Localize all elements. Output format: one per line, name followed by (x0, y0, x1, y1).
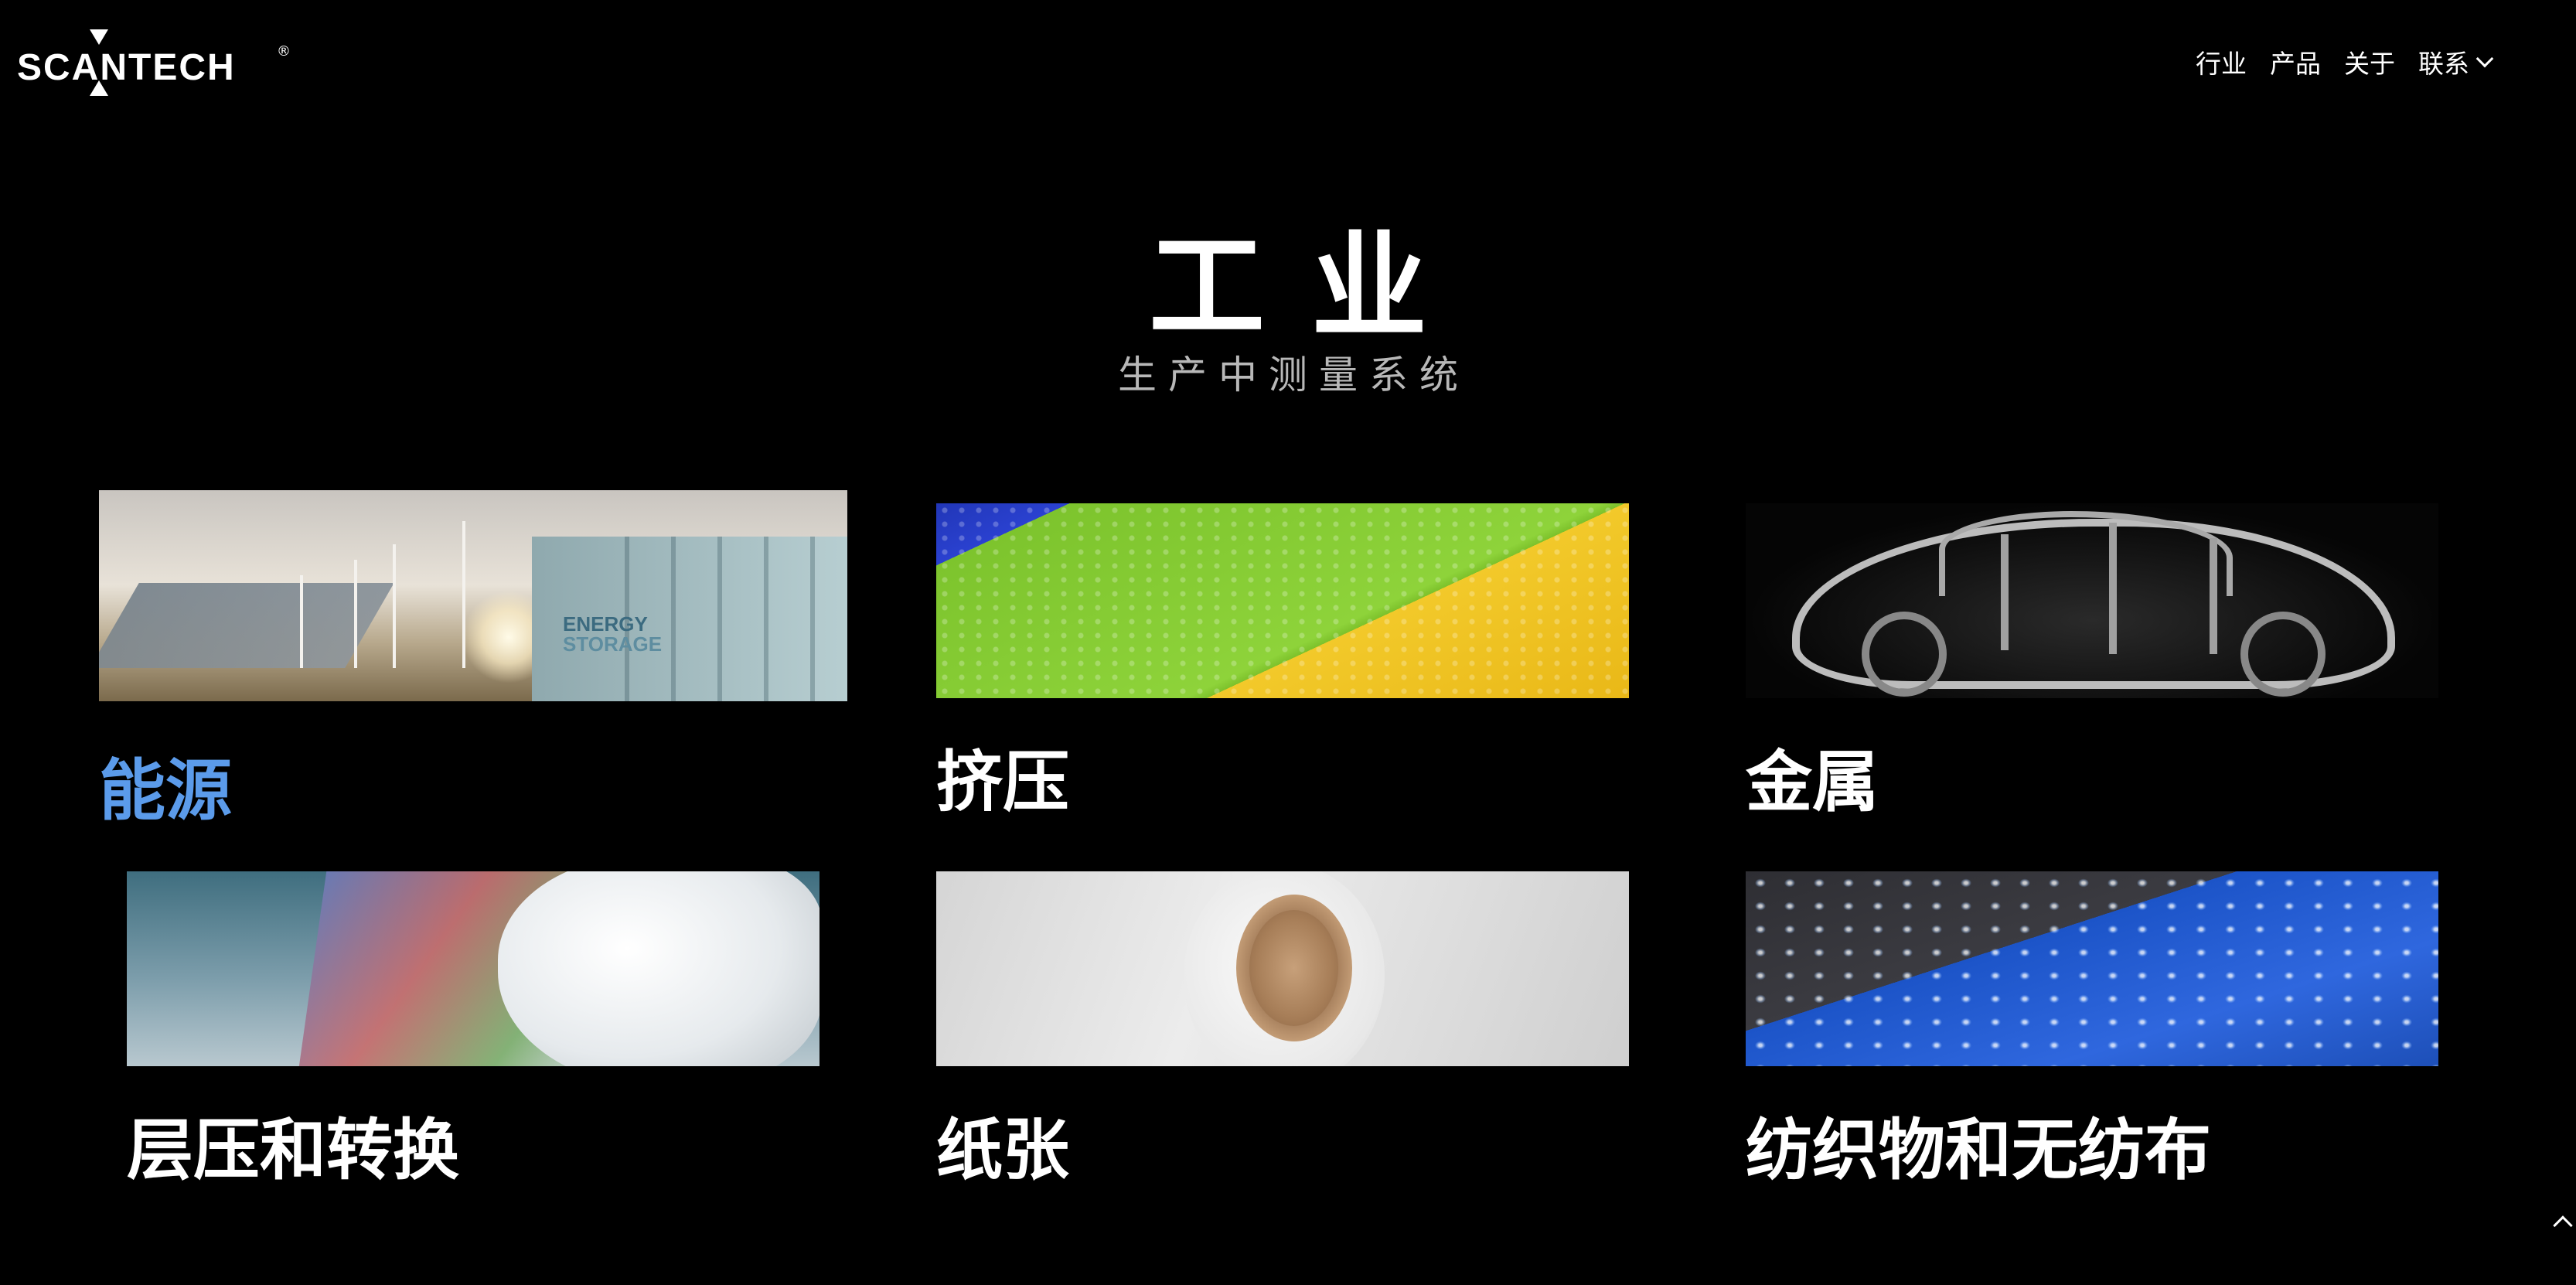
textile-water-drops-image (1746, 871, 2438, 1066)
page-title: 工业 (1148, 220, 1474, 355)
industry-label-laminate: 层压和转换 (127, 1112, 459, 1189)
industry-card-energy[interactable]: ENERGY STORAGE 能源 (99, 490, 847, 830)
car-body-frame-image (1746, 503, 2438, 698)
logo-text: SCANTECH (17, 47, 236, 88)
industry-label-paper: 纸张 (936, 1112, 1069, 1189)
logo-triangle-bottom-icon (90, 80, 108, 96)
industry-card-paper[interactable]: 纸张 (936, 871, 1629, 1196)
nav-item-products[interactable]: 产品 (2270, 43, 2321, 80)
page-subtitle: 生产中测量系统 (1118, 353, 1470, 397)
nav-item-label: 联系 (2418, 49, 2469, 79)
main-nav: 行业 产品 关于 联系 (2196, 43, 2494, 80)
chevron-up-icon (2553, 1215, 2573, 1236)
industry-card-extrusion[interactable]: 挤压 (936, 503, 1629, 828)
scantech-logo[interactable]: SCANTECH ® (17, 29, 295, 99)
industry-label-metal: 金属 (1746, 744, 1879, 821)
paper-roll-image (936, 871, 1629, 1066)
logo-triangle-top-icon (90, 29, 108, 45)
industry-label-energy: 能源 (99, 752, 232, 830)
industry-label-textile: 纺织物和无纺布 (1746, 1112, 2211, 1189)
nav-item-label: 关于 (2344, 49, 2395, 79)
energy-storage-image: ENERGY STORAGE (99, 490, 847, 701)
industry-card-laminate[interactable]: 层压和转换 (127, 871, 819, 1196)
plastic-pellets-image (936, 503, 1629, 698)
industry-card-textile[interactable]: 纺织物和无纺布 (1746, 871, 2438, 1196)
energy-storage-text: ENERGY STORAGE (563, 612, 663, 656)
glass-laminate-image (127, 871, 819, 1066)
registered-mark: ® (277, 43, 291, 60)
nav-item-about[interactable]: 关于 (2344, 43, 2395, 80)
industry-label-extrusion: 挤压 (936, 744, 1069, 821)
scroll-to-top-button[interactable] (2545, 1208, 2576, 1239)
industry-card-metal[interactable]: 金属 (1746, 503, 2438, 828)
nav-item-label: 行业 (2196, 49, 2247, 79)
chevron-down-icon (2475, 49, 2494, 68)
nav-item-label: 产品 (2270, 49, 2321, 79)
nav-item-industry[interactable]: 行业 (2196, 43, 2247, 80)
nav-item-contact[interactable]: 联系 (2418, 43, 2494, 80)
